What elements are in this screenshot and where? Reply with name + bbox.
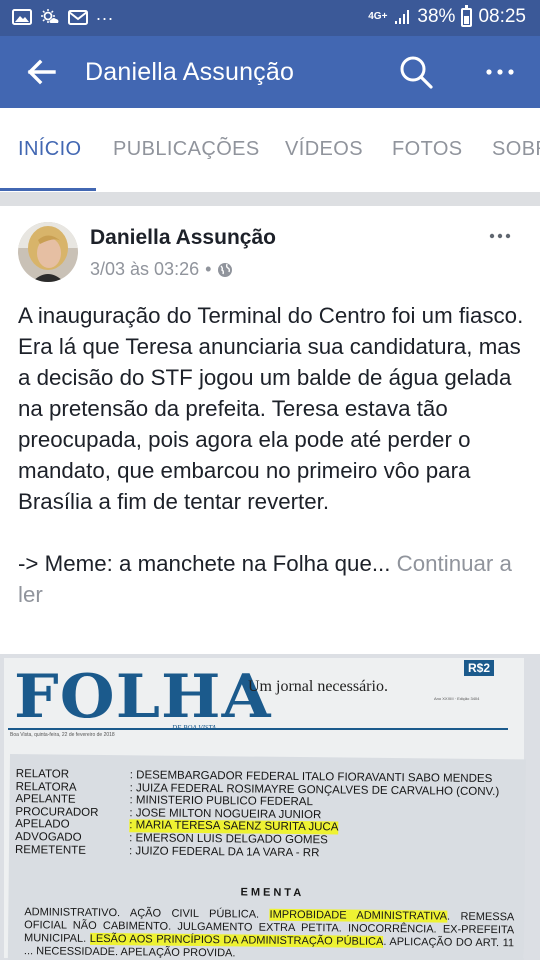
search-icon xyxy=(400,56,433,89)
arrow-left-icon xyxy=(27,59,56,85)
active-tab-indicator xyxy=(0,188,96,191)
system-indicators: 4G+ 38% 08:25 xyxy=(368,4,526,28)
notification-icons: ... xyxy=(12,4,114,26)
page-title: Daniella Assunção xyxy=(85,58,295,86)
globe-icon xyxy=(218,262,233,277)
tab-publicacoes[interactable]: PUBLICAÇÕES xyxy=(113,138,260,161)
ementa-text: ADMINISTRATIVO. AÇÃO CIVIL PÚBLICA. IMPR… xyxy=(23,906,515,960)
clock: 08:25 xyxy=(478,6,526,27)
post-photo[interactable]: FOLHA DE BOA VISTA Um jornal necessário.… xyxy=(0,654,540,960)
network-type: 4G+ xyxy=(368,11,388,22)
gallery-icon xyxy=(12,9,32,25)
more-dots-icon xyxy=(489,233,511,239)
meta-separator: • xyxy=(205,259,212,279)
document-header: RELATOR: DESEMBARGADOR FEDERAL ITALO FIO… xyxy=(15,768,499,861)
newspaper-tagline: Um jornal necessário. xyxy=(248,678,388,695)
section-divider xyxy=(0,192,540,206)
newspaper-page: FOLHA DE BOA VISTA Um jornal necessário.… xyxy=(4,658,526,960)
post-card: Daniella Assunção 3/03 às 03:26 • A inau… xyxy=(0,206,540,960)
more-dots-icon xyxy=(486,69,514,75)
post-timestamp[interactable]: 3/03 às 03:26 xyxy=(90,259,199,280)
tab-fotos[interactable]: FOTOS xyxy=(392,138,463,161)
newspaper-dateline: Boa Vista, quinta-feira, 22 de fevereiro… xyxy=(10,732,115,738)
post-paragraph: A inauguração do Terminal do Centro foi … xyxy=(18,303,524,514)
avatar[interactable] xyxy=(18,222,78,282)
tab-inicio[interactable]: INÍCIO xyxy=(18,138,82,161)
more-notifications-indicator: ... xyxy=(96,3,115,24)
battery-icon xyxy=(461,4,473,27)
post-paragraph-preview: -> Meme: a manchete na Folha que... Cont… xyxy=(18,548,528,610)
search-button[interactable] xyxy=(396,52,436,92)
newspaper-edition: Ano XXXIII · Edição 3404 xyxy=(434,696,480,701)
signal-icon xyxy=(395,10,410,24)
newspaper-logo: FOLHA xyxy=(14,662,272,732)
masthead-rule xyxy=(8,728,508,730)
battery-percent: 38% xyxy=(417,6,456,27)
post-body: A inauguração do Terminal do Centro foi … xyxy=(18,300,528,610)
back-button[interactable] xyxy=(20,52,64,92)
post-author[interactable]: Daniella Assunção xyxy=(90,226,276,250)
more-options-button[interactable] xyxy=(480,52,520,92)
tab-sobre[interactable]: SOBR xyxy=(492,138,540,161)
profile-tabs: INÍCIO PUBLICAÇÕES VÍDEOS FOTOS SOBR xyxy=(0,108,540,192)
weather-icon xyxy=(41,9,59,23)
post-meta: 3/03 às 03:26 • xyxy=(90,259,233,280)
ementa-title: EMENTA xyxy=(240,886,305,900)
app-bar: Daniella Assunção xyxy=(0,36,540,108)
newspaper-price: R$2 xyxy=(464,660,495,676)
post-teaser: -> Meme: a manchete na Folha que... xyxy=(18,551,391,576)
court-document: RELATOR: DESEMBARGADOR FEDERAL ITALO FIO… xyxy=(7,754,526,960)
tab-videos[interactable]: VÍDEOS xyxy=(285,138,363,161)
post-options-button[interactable] xyxy=(484,224,520,248)
mail-icon xyxy=(68,10,88,25)
status-bar: ... 4G+ 38% 08:25 xyxy=(0,0,540,36)
avatar-image xyxy=(18,222,78,282)
